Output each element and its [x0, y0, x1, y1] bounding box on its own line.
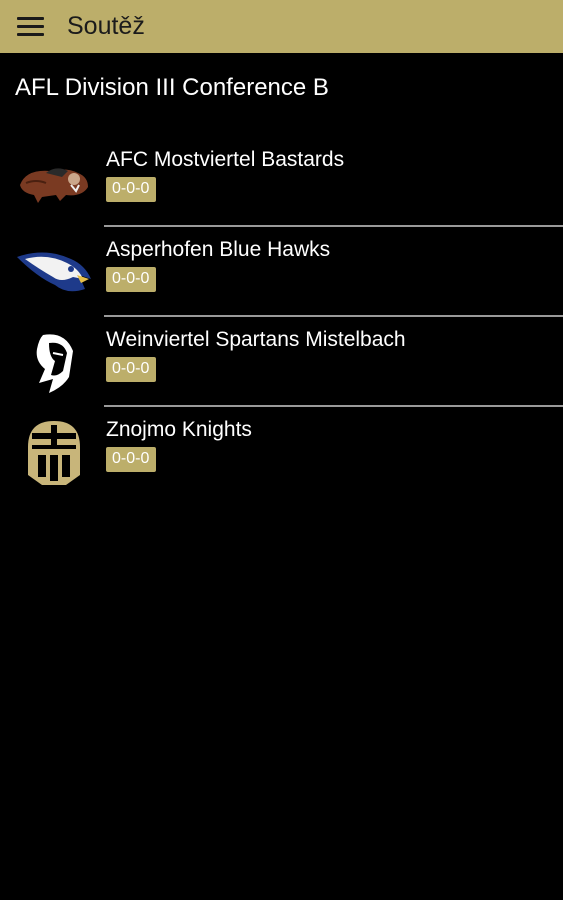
menu-icon[interactable]: [17, 15, 49, 39]
team-record-badge: 0-0-0: [106, 177, 157, 202]
team-record-badge: 0-0-0: [106, 447, 157, 472]
team-name: Znojmo Knights: [106, 418, 252, 441]
knight-helmet-logo-icon: [14, 421, 94, 485]
team-name: Asperhofen Blue Hawks: [106, 238, 331, 261]
team-row[interactable]: Asperhofen Blue Hawks 0-0-0: [0, 227, 563, 317]
conference-title: AFL Division III Conference B: [15, 74, 329, 101]
app-bar: Soutěž: [0, 0, 563, 53]
team-row[interactable]: Znojmo Knights 0-0-0: [0, 407, 563, 497]
boar-logo-icon: [14, 153, 94, 213]
team-record-badge: 0-0-0: [106, 357, 157, 382]
team-row[interactable]: Weinviertel Spartans Mistelbach 0-0-0: [0, 317, 563, 407]
team-row[interactable]: AFC Mostviertel Bastards 0-0-0: [0, 137, 563, 227]
spartan-logo-icon: [14, 333, 94, 393]
hawk-logo-icon: [14, 243, 94, 303]
team-name: AFC Mostviertel Bastards: [106, 148, 345, 171]
team-list: AFC Mostviertel Bastards 0-0-0 Asperhofe…: [0, 137, 563, 497]
app-bar-title: Soutěž: [67, 12, 145, 40]
team-name: Weinviertel Spartans Mistelbach: [106, 328, 406, 351]
team-record-badge: 0-0-0: [106, 267, 157, 292]
